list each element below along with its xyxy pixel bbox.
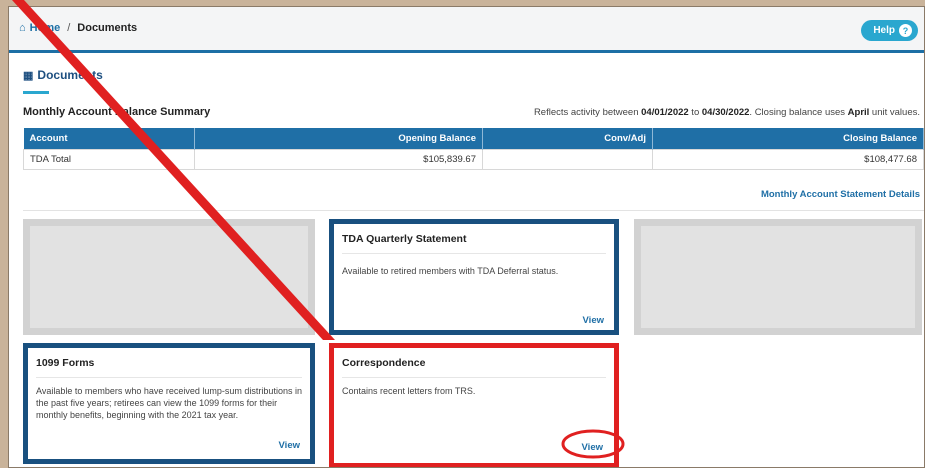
card-title: 1099 Forms <box>36 357 95 369</box>
column-header-account: Account <box>23 128 195 149</box>
column-header-conv-adj: Conv/Adj <box>482 128 653 149</box>
column-header-closing-balance: Closing Balance <box>652 128 924 149</box>
divider <box>23 210 924 211</box>
title-underline <box>23 91 49 94</box>
empty-card-right <box>634 219 922 335</box>
help-label: Help <box>873 25 895 36</box>
tda-view-link[interactable]: View <box>583 315 604 326</box>
breadcrumb-home-link[interactable]: Home <box>30 22 61 34</box>
correspondence-view-link[interactable]: View <box>582 442 603 453</box>
breadcrumb: ⌂ Home / Documents <box>19 22 137 34</box>
question-icon: ? <box>899 24 912 37</box>
summary-note: Reflects activity between 04/01/2022 to … <box>534 107 920 118</box>
cell-opening-balance: $105,839.67 <box>194 148 483 170</box>
breadcrumb-current: Documents <box>77 22 138 34</box>
note-mid: to <box>688 107 702 118</box>
document-icon: ▦ <box>23 69 34 82</box>
balance-table: Account Opening Balance Conv/Adj Closing… <box>23 128 924 170</box>
note-suffix: unit values. <box>869 107 920 118</box>
page-title-text: Documents <box>37 68 103 82</box>
empty-card-left <box>23 219 315 335</box>
summary-title: Monthly Account Balance Summary <box>23 106 211 118</box>
top-bar: ⌂ Home / Documents Help ? <box>9 7 924 53</box>
card-divider <box>36 377 302 378</box>
card-divider <box>342 253 606 254</box>
statement-details-link[interactable]: Monthly Account Statement Details <box>761 189 920 200</box>
column-header-opening-balance: Opening Balance <box>194 128 483 149</box>
table-row: TDA Total $105,839.67 $108,477.68 <box>23 148 924 170</box>
table-header-row: Account Opening Balance Conv/Adj Closing… <box>23 128 924 149</box>
page-frame: ⌂ Home / Documents Help ? ▦ Documents Mo… <box>8 6 925 468</box>
card-title: TDA Quarterly Statement <box>342 233 467 245</box>
page-title: ▦ Documents <box>23 68 103 82</box>
help-button[interactable]: Help ? <box>861 20 918 41</box>
card-divider <box>342 377 606 378</box>
note-date-end: 04/30/2022 <box>701 107 750 118</box>
cell-conv-adj <box>482 148 653 170</box>
card-title: Correspondence <box>342 357 426 369</box>
cell-closing-balance: $108,477.68 <box>652 148 924 170</box>
note-date-start: 04/01/2022 <box>641 107 689 118</box>
correspondence-card: Correspondence Contains recent letters f… <box>329 343 619 467</box>
note-mid2: . Closing balance uses <box>749 107 848 118</box>
tda-quarterly-statement-card: TDA Quarterly Statement Available to ret… <box>329 219 619 335</box>
breadcrumb-separator: / <box>67 22 71 34</box>
home-icon[interactable]: ⌂ <box>19 22 26 34</box>
note-prefix: Reflects activity between <box>533 107 642 118</box>
cell-account: TDA Total <box>23 148 195 170</box>
card-description: Available to retired members with TDA De… <box>342 266 559 276</box>
1099-forms-card: 1099 Forms Available to members who have… <box>23 343 315 464</box>
1099-view-link[interactable]: View <box>279 440 300 451</box>
note-unit-month: April <box>847 107 870 118</box>
card-description: Available to members who have received l… <box>36 386 302 420</box>
card-description: Contains recent letters from TRS. <box>342 386 476 396</box>
